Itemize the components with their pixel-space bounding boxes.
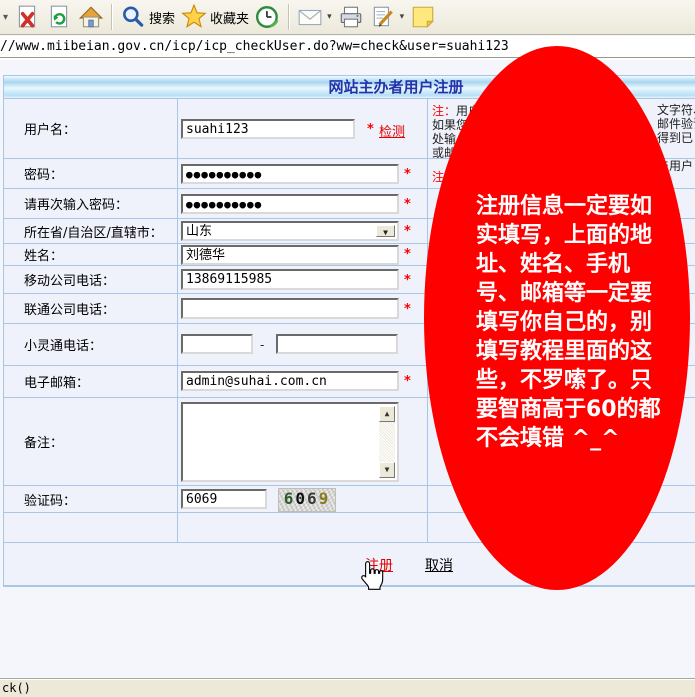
scroll-down-icon[interactable]: ▼ xyxy=(379,462,395,478)
required-asterisk: * xyxy=(404,374,411,389)
required-asterisk: * xyxy=(404,273,411,288)
mail-icon xyxy=(297,4,323,30)
email-input[interactable]: admin@suhai.com.cn xyxy=(181,371,399,391)
browser-window: ▾ xyxy=(0,0,695,697)
toolbar-separator xyxy=(288,4,290,30)
stop-icon xyxy=(14,4,40,30)
phs-phone-label: 小灵通电话： xyxy=(4,324,178,365)
scroll-up-icon[interactable]: ▲ xyxy=(379,406,395,422)
phs-area-code-input[interactable] xyxy=(181,334,253,354)
province-select[interactable]: 山东 ▼ xyxy=(181,221,399,241)
required-asterisk: * xyxy=(367,122,374,137)
phs-number-input[interactable] xyxy=(276,334,398,354)
search-icon xyxy=(120,4,146,30)
browser-toolbar: ▾ xyxy=(0,0,695,35)
password-label: 密码： xyxy=(4,159,178,188)
address-url[interactable]: //www.miibeian.gov.cn/icp/icp_checkUser.… xyxy=(0,39,509,54)
edit-icon xyxy=(370,4,396,30)
email-label: 电子邮箱： xyxy=(4,366,178,397)
select-dropdown-arrow-icon[interactable]: ▼ xyxy=(376,225,395,237)
password-repeat-label: 请再次输入密码： xyxy=(4,189,178,218)
check-username-link[interactable]: 检测 xyxy=(379,121,405,140)
required-asterisk: * xyxy=(404,224,411,239)
history-icon xyxy=(255,4,281,30)
refresh-icon xyxy=(46,4,72,30)
mail-dropdown-chevron-icon[interactable]: ▾ xyxy=(327,12,332,22)
required-asterisk: * xyxy=(404,247,411,262)
home-button[interactable] xyxy=(75,2,107,32)
mobile-phone-input[interactable]: 13869115985 xyxy=(181,269,399,290)
province-label: 所在省/自治区/直辖市： xyxy=(4,219,178,243)
required-asterisk: * xyxy=(404,167,411,182)
status-bar: ck() xyxy=(0,678,695,697)
sticky-note-icon xyxy=(410,4,436,30)
password-input[interactable]: ●●●●●●●●●● xyxy=(181,164,399,184)
unicom-phone-label: 联通公司电话： xyxy=(4,294,178,323)
captcha-label: 验证码： xyxy=(4,486,178,512)
toolbar-overflow-chevron-icon[interactable]: ▾ xyxy=(2,12,11,23)
scrollbar[interactable]: ▲ ▼ xyxy=(379,406,395,478)
required-asterisk: * xyxy=(404,302,411,317)
captcha-input[interactable]: 6069 xyxy=(181,489,267,509)
unicom-phone-input[interactable] xyxy=(181,298,399,319)
username-input[interactable]: suahi123 xyxy=(181,119,355,139)
star-icon xyxy=(181,4,207,30)
username-label: 用户名： xyxy=(4,99,178,158)
toolbar-separator xyxy=(111,4,113,30)
stop-button[interactable] xyxy=(11,2,43,32)
print-button[interactable] xyxy=(335,2,367,32)
status-text: ck() xyxy=(2,681,31,695)
remark-textarea[interactable]: ▲ ▼ xyxy=(181,402,399,482)
phs-separator: - xyxy=(260,338,264,352)
annotation-oval: 注册信息一定要如 实填写，上面的地 址、姓名、手机 号、邮箱等一定要 填写你自己… xyxy=(424,46,690,590)
refresh-button[interactable] xyxy=(43,2,75,32)
edit-dropdown-chevron-icon[interactable]: ▾ xyxy=(400,12,405,22)
search-button[interactable]: 搜索 xyxy=(117,2,178,32)
mobile-phone-label: 移动公司电话： xyxy=(4,266,178,293)
favorites-button[interactable]: 收藏夹 xyxy=(178,2,252,32)
favorites-label: 收藏夹 xyxy=(210,8,249,27)
history-button[interactable] xyxy=(252,2,284,32)
captcha-image: 6069 xyxy=(278,488,336,512)
name-label: 姓名： xyxy=(4,244,178,265)
remark-label: 备注： xyxy=(4,398,178,485)
notes-button[interactable] xyxy=(407,2,439,32)
printer-icon xyxy=(338,4,364,30)
home-icon xyxy=(78,4,104,30)
required-asterisk: * xyxy=(404,197,411,212)
mail-button[interactable]: ▾ xyxy=(294,2,335,32)
password-repeat-input[interactable]: ●●●●●●●●●● xyxy=(181,194,399,214)
hand-cursor-icon xyxy=(358,560,385,595)
search-label: 搜索 xyxy=(149,8,175,27)
name-input[interactable]: 刘德华 xyxy=(181,245,399,265)
annotation-text: 注册信息一定要如 实填写，上面的地 址、姓名、手机 号、邮箱等一定要 填写你自己… xyxy=(476,192,661,453)
edit-button[interactable]: ▾ xyxy=(367,2,408,32)
cancel-link[interactable]: 取消 xyxy=(425,555,453,575)
